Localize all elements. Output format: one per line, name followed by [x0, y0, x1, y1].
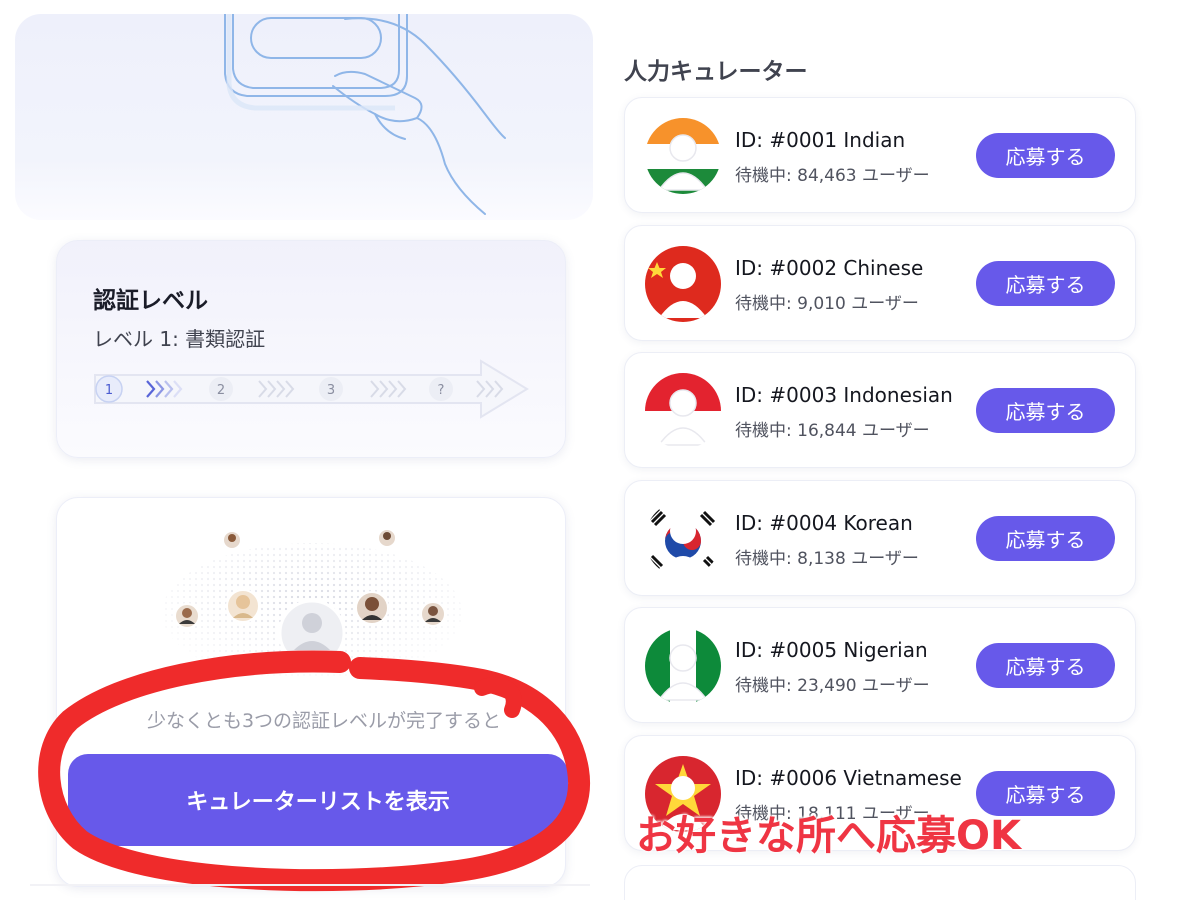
curator-row: ID: #0005 Nigerian 待機中: 23,490 ユーザー 応募する: [624, 607, 1136, 724]
world-network-illustration: [160, 528, 464, 678]
curator-name: ID: #0002 Chinese: [735, 255, 924, 280]
step-3-badge: 3: [319, 377, 343, 401]
section-title: 人力キュレーター: [624, 59, 808, 85]
step-2-badge: 2: [209, 377, 233, 401]
curator-waiting-count: 待機中: 23,490 ユーザー: [735, 676, 930, 697]
curator-list: ID: #0001 Indian 待機中: 84,463 ユーザー 応募する I…: [624, 97, 1136, 863]
flag-indonesia-icon: [645, 373, 721, 450]
person-avatar-icon: [377, 528, 397, 548]
curator-row-partial: [624, 865, 1136, 900]
annotation-overlay-text: お好きな所へ応募OK: [636, 813, 1021, 859]
person-avatar-icon: [226, 589, 260, 623]
person-avatar-icon: [420, 601, 446, 627]
person-avatar-icon: [174, 603, 200, 629]
apply-button[interactable]: 応募する: [976, 260, 1115, 306]
show-curator-list-button[interactable]: キュレーターリストを表示: [68, 754, 568, 846]
flag-china-icon: [645, 245, 721, 322]
verification-level-title: 認証レベル: [93, 288, 208, 314]
step-unknown-badge: ?: [429, 377, 453, 401]
flag-india-icon: [645, 118, 721, 194]
curator-name: ID: #0006 Vietnamese: [735, 765, 962, 790]
verification-level-subtitle: レベル 1: 書類認証: [93, 327, 266, 351]
flag-korea-icon: [645, 500, 721, 577]
person-avatar-icon: [222, 530, 242, 550]
curator-name: ID: #0004 Korean: [735, 510, 913, 535]
apply-button[interactable]: 応募する: [976, 515, 1115, 561]
verification-level-card[interactable]: 認証レベル レベル 1: 書類認証 1 2 3 ?: [56, 240, 566, 458]
user-placeholder-avatar: [278, 599, 346, 667]
curator-waiting-count: 待機中: 84,463 ユーザー: [735, 166, 930, 186]
curator-waiting-count: 待機中: 9,010 ユーザー: [735, 293, 919, 314]
curator-row: ID: #0001 Indian 待機中: 84,463 ユーザー 応募する: [624, 97, 1136, 213]
divider: [30, 884, 590, 886]
curator-name: ID: #0005 Nigerian: [735, 638, 928, 663]
svg-text:3: 3: [327, 383, 335, 398]
curator-waiting-count: 待機中: 8,138 ユーザー: [735, 548, 919, 569]
apply-button[interactable]: 応募する: [976, 388, 1115, 434]
person-avatar-icon: [355, 591, 389, 625]
curator-name: ID: #0003 Indonesian: [735, 383, 953, 408]
step-1-badge: 1: [95, 375, 123, 403]
curator-row: ID: #0003 Indonesian 待機中: 16,844 ユーザー 応募…: [624, 352, 1136, 469]
hand-holding-card-illustration: [224, 14, 506, 215]
curator-name: ID: #0001 Indian: [735, 128, 906, 152]
flag-nigeria-icon: [645, 628, 721, 705]
curator-waiting-count: 待機中: 16,844 ユーザー: [735, 421, 930, 442]
hero-illustration-card: [15, 14, 593, 220]
curator-row: ID: #0002 Chinese 待機中: 9,010 ユーザー 応募する: [624, 224, 1136, 341]
svg-text:2: 2: [217, 383, 225, 398]
apply-button[interactable]: 応募する: [976, 643, 1115, 689]
apply-button[interactable]: 応募する: [976, 133, 1115, 178]
svg-text:?: ?: [438, 383, 445, 398]
apply-button[interactable]: 応募する: [976, 770, 1115, 816]
verification-progress-steps: 1 2 3 ?: [91, 359, 531, 419]
svg-text:1: 1: [105, 383, 113, 398]
curator-row: ID: #0004 Korean 待機中: 8,138 ユーザー 応募する: [624, 479, 1136, 596]
